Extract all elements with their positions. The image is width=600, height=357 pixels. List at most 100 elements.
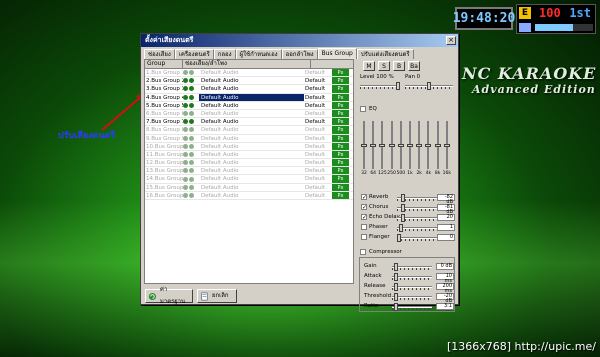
row-channel-dots[interactable] xyxy=(183,143,199,150)
eq-knob[interactable] xyxy=(388,143,395,147)
table-row[interactable]: 1.Bus Group 1 Default Audio Default Px xyxy=(145,69,353,78)
eq-band-slider[interactable] xyxy=(425,121,432,169)
row-channel-dots[interactable] xyxy=(183,184,199,191)
eq-band-slider[interactable] xyxy=(407,121,413,169)
channel-dot-icon[interactable] xyxy=(183,168,188,174)
compressor-slider[interactable] xyxy=(392,273,432,281)
slider-thumb[interactable] xyxy=(400,194,405,202)
effect-checkbox[interactable] xyxy=(361,234,367,240)
table-row[interactable]: 11.Bus Group 11 Default AudioDefault Px xyxy=(145,150,353,160)
level-slider[interactable] xyxy=(360,82,400,90)
table-row[interactable]: 13.Bus Group 13 Default AudioDefault Px xyxy=(145,167,353,176)
compressor-slider[interactable] xyxy=(392,283,432,291)
channel-dot-icon[interactable] xyxy=(189,192,194,198)
eq-band-slider[interactable] xyxy=(388,121,395,169)
pan-thumb[interactable] xyxy=(427,82,431,90)
compressor-checkbox[interactable] xyxy=(360,249,366,255)
eq-band-slider[interactable] xyxy=(370,121,377,169)
channel-dot-icon[interactable] xyxy=(189,119,194,125)
channel-dot-icon[interactable] xyxy=(183,151,188,157)
channel-dot-icon[interactable] xyxy=(189,184,194,190)
mode-button-b[interactable]: B xyxy=(393,61,405,71)
cancel-button[interactable]: ยกเลิก xyxy=(197,289,237,303)
compressor-slider[interactable] xyxy=(392,293,432,301)
channel-dot-icon[interactable] xyxy=(183,94,188,100)
table-row[interactable]: 10.Bus Group 10 Default AudioDefault Px xyxy=(145,142,353,151)
table-row[interactable]: 12.Bus Group 12 Default AudioDefault Px xyxy=(145,159,353,168)
eq-knob[interactable] xyxy=(370,143,377,147)
row-px-button[interactable]: Px xyxy=(332,69,349,77)
mode-button-s[interactable]: S xyxy=(378,61,390,71)
channel-dot-icon[interactable] xyxy=(183,111,188,117)
channel-dot-icon[interactable] xyxy=(183,119,188,125)
effect-checkbox[interactable] xyxy=(361,224,367,230)
table-row[interactable]: 4.Bus Group 4 Default Audio Default Px xyxy=(145,93,353,102)
slider-thumb[interactable] xyxy=(393,263,398,271)
channel-dot-icon[interactable] xyxy=(183,192,188,198)
row-channel-dots[interactable] xyxy=(183,102,199,109)
tab-3[interactable]: ผู้ใช้กำหนดเอง xyxy=(235,49,282,59)
row-device[interactable]: Default Audio xyxy=(199,159,304,166)
row-channel-dots[interactable] xyxy=(183,77,199,84)
slider-thumb[interactable] xyxy=(400,204,405,212)
table-row[interactable]: 8.Bus Group 8 Default Audio Default Px xyxy=(145,126,353,135)
default-button[interactable]: ค่ามาตรฐาน xyxy=(145,286,193,305)
row-channel-dots[interactable] xyxy=(183,151,199,158)
compressor-slider[interactable] xyxy=(392,263,432,271)
row-device[interactable]: Default Audio xyxy=(199,77,304,84)
channel-dot-icon[interactable] xyxy=(183,102,188,108)
row-device[interactable]: Default Audio xyxy=(199,135,304,142)
channel-dot-icon[interactable] xyxy=(189,70,194,76)
close-button[interactable]: × xyxy=(446,36,456,45)
eq-knob[interactable] xyxy=(379,143,386,147)
channel-dot-icon[interactable] xyxy=(189,143,194,149)
channel-dot-icon[interactable] xyxy=(183,70,188,76)
channel-dot-icon[interactable] xyxy=(189,78,194,84)
tab-4[interactable]: ออกลำโพง xyxy=(281,49,318,59)
mode-button-m[interactable]: M xyxy=(363,61,375,71)
row-device[interactable]: Default Audio xyxy=(199,151,304,158)
slider-thumb[interactable] xyxy=(393,283,398,291)
row-channel-dots[interactable] xyxy=(183,110,199,117)
channel-dot-icon[interactable] xyxy=(183,143,188,149)
row-device[interactable]: Default Audio xyxy=(199,167,304,174)
effect-slider[interactable] xyxy=(397,234,437,242)
level-thumb[interactable] xyxy=(396,82,400,90)
slider-thumb[interactable] xyxy=(393,293,398,301)
row-px-button[interactable]: Px xyxy=(332,150,349,159)
row-channel-dots[interactable] xyxy=(183,118,199,125)
row-device[interactable]: Default Audio xyxy=(199,110,304,117)
channel-dot-icon[interactable] xyxy=(183,78,188,84)
effect-checkbox[interactable]: ✓ xyxy=(361,194,367,201)
row-px-button[interactable]: Px xyxy=(332,85,349,93)
slider-thumb[interactable] xyxy=(397,234,401,242)
channel-dot-icon[interactable] xyxy=(189,168,194,174)
row-px-button[interactable]: Px xyxy=(332,109,349,118)
eq-band-slider[interactable] xyxy=(416,121,423,169)
slider-thumb[interactable] xyxy=(398,224,403,232)
mode-button-ba[interactable]: Ba xyxy=(408,61,420,71)
row-channel-dots[interactable] xyxy=(183,126,199,133)
row-px-button[interactable]: Px xyxy=(332,93,349,101)
channel-dot-icon[interactable] xyxy=(183,135,188,141)
tab-0[interactable]: ช่องเสียง xyxy=(144,49,175,59)
effect-checkbox[interactable]: ✓ xyxy=(361,214,367,221)
row-device[interactable]: Default Audio xyxy=(199,69,304,76)
channel-dot-icon[interactable] xyxy=(183,184,188,190)
row-channel-dots[interactable] xyxy=(183,192,199,199)
channel-dot-icon[interactable] xyxy=(189,151,194,157)
table-row[interactable]: 7.Bus Group 7 Default Audio Default Px xyxy=(145,118,353,127)
effect-slider[interactable] xyxy=(397,204,437,212)
tab-6[interactable]: ปรับแต่งเสียงดนตรี xyxy=(356,49,414,59)
tab-1[interactable]: เครื่องดนตรี xyxy=(174,49,214,59)
eq-band-slider[interactable] xyxy=(443,121,450,169)
row-channel-dots[interactable] xyxy=(183,135,199,142)
channel-dot-icon[interactable] xyxy=(189,102,194,108)
effect-checkbox[interactable]: ✓ xyxy=(361,204,367,211)
row-px-button[interactable]: Px xyxy=(332,183,349,191)
slider-thumb[interactable] xyxy=(393,273,398,281)
channel-dot-icon[interactable] xyxy=(189,86,194,92)
eq-band-slider[interactable] xyxy=(397,121,404,169)
row-channel-dots[interactable] xyxy=(183,175,199,182)
row-px-button[interactable]: Px xyxy=(332,159,349,167)
